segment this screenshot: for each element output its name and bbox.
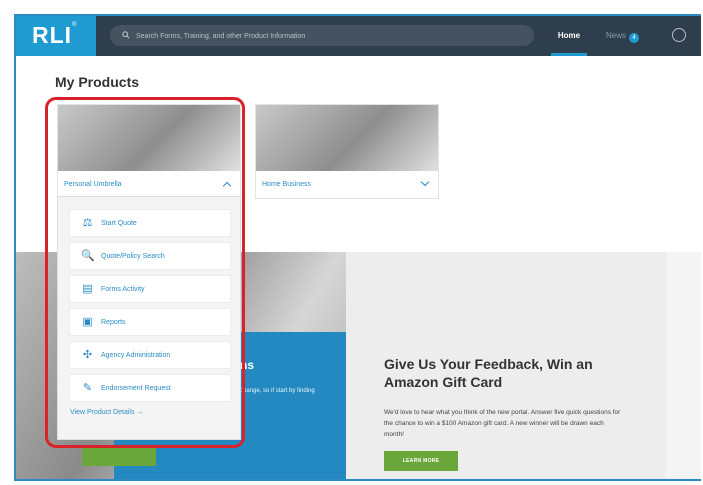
user-account-icon[interactable]	[672, 28, 686, 42]
page-title: My Products	[55, 74, 140, 90]
news-count-badge: 4	[629, 33, 640, 43]
feedback-text: We'd love to hear what you think of the …	[384, 409, 621, 438]
search-icon	[122, 31, 130, 39]
product-image	[256, 105, 438, 171]
rli-logo[interactable]: RLI®	[16, 16, 96, 56]
browser-frame: RLI® Search Forms, Training, and other P…	[14, 14, 701, 481]
chevron-down-icon	[420, 177, 430, 187]
nav-news[interactable]: News 4	[606, 31, 640, 43]
feedback-title: Give Us Your Feedback, Win an Amazon Gif…	[384, 356, 593, 390]
search-input[interactable]: Search Forms, Training, and other Produc…	[110, 25, 534, 46]
top-navigation-bar: RLI® Search Forms, Training, and other P…	[16, 16, 701, 56]
learn-more-button[interactable]: LEARN MORE	[384, 451, 458, 471]
nav-home[interactable]: Home	[551, 16, 587, 56]
promo-text: change, so if start by finding	[240, 388, 315, 394]
search-placeholder: Search Forms, Training, and other Produc…	[136, 33, 306, 40]
product-card-home-business[interactable]: Home Business	[255, 104, 439, 199]
promo-button[interactable]	[82, 448, 156, 466]
product-toggle[interactable]: Home Business	[256, 171, 438, 198]
highlight-annotation	[45, 97, 245, 448]
